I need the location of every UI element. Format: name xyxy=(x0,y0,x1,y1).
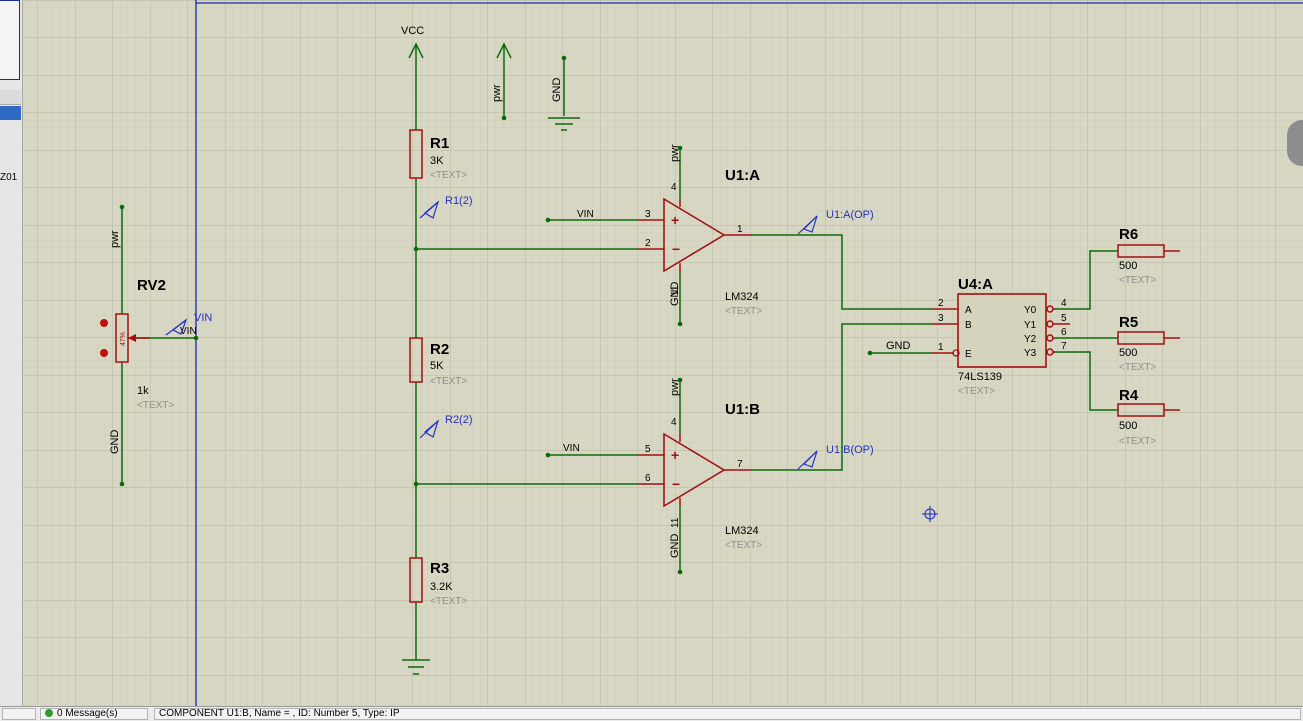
u1b-ref: U1:B xyxy=(725,401,760,418)
r2-value: 5K xyxy=(430,360,444,372)
u4a-ref: U4:A xyxy=(958,276,993,293)
rv2-pwr-label: pwr xyxy=(109,230,121,248)
u1a-vcc-label: pwr xyxy=(669,144,681,162)
u4a-pin-b: 3 xyxy=(938,313,944,324)
u1a-text: <TEXT> xyxy=(725,306,762,317)
u1b-pin-vcc: 4 xyxy=(671,417,677,428)
u1a-pin-vcc: 4 xyxy=(671,182,677,193)
panel-box xyxy=(0,0,20,80)
vcc-label: VCC xyxy=(401,25,424,37)
r3-ref: R3 xyxy=(430,560,449,577)
messages-icon xyxy=(45,709,53,718)
rv2-decrement-button[interactable] xyxy=(100,349,108,357)
u4a-pin-y1: 5 xyxy=(1061,313,1067,324)
u4a-pin-y0: 4 xyxy=(1061,298,1067,309)
r4-ref: R4 xyxy=(1119,387,1139,404)
u1a-pin-minus: 2 xyxy=(645,238,651,249)
panel-label: Z01 xyxy=(0,172,18,183)
u4a-pin-a: 2 xyxy=(938,298,944,309)
left-panel: Z01 xyxy=(0,0,23,720)
r5-ref: R5 xyxy=(1119,314,1138,331)
rv2-increment-button[interactable] xyxy=(100,319,108,327)
r5-text: <TEXT> xyxy=(1119,362,1156,373)
u1a-vin-net: VIN xyxy=(577,209,594,220)
u4a-out-y0: Y0 xyxy=(1024,305,1037,316)
u4a-in-b: B xyxy=(965,320,972,331)
u4a-gnd-net: GND xyxy=(886,340,911,352)
u1a-part: LM324 xyxy=(725,291,759,303)
u4a-pin-y3: 7 xyxy=(1061,341,1067,352)
r4-text: <TEXT> xyxy=(1119,436,1156,447)
rv2-setting: 47% xyxy=(120,332,127,346)
u4a-out-y1: Y1 xyxy=(1024,320,1037,331)
u4a-pin-y2: 6 xyxy=(1061,327,1067,338)
grid xyxy=(22,0,1303,706)
panel-tab[interactable] xyxy=(0,90,21,105)
messages-indicator[interactable]: 0 Message(s) xyxy=(40,708,148,720)
u4a-part: 74LS139 xyxy=(958,371,1002,383)
u4a-pin-e: 1 xyxy=(938,342,944,353)
r6-value: 500 xyxy=(1119,260,1137,272)
r1-text: <TEXT> xyxy=(430,170,467,181)
u1a-ref: U1:A xyxy=(725,167,760,184)
status-bar: 0 Message(s) COMPONENT U1:B, Name = , ID… xyxy=(0,706,1303,721)
svg-text:−: − xyxy=(672,476,680,492)
rv2-text: <TEXT> xyxy=(137,400,174,411)
rv2-gnd-label: GND xyxy=(109,430,121,455)
r2-ref: R2 xyxy=(430,341,449,358)
svg-text:−: − xyxy=(672,241,680,257)
u4a-in-e: E xyxy=(965,349,972,360)
u1b-pin-out: 7 xyxy=(737,459,743,470)
u4a-in-a: A xyxy=(965,305,972,316)
r6-text: <TEXT> xyxy=(1119,275,1156,286)
r1-value: 3K xyxy=(430,155,444,167)
r1-probe-label: R1(2) xyxy=(445,195,473,207)
r1-ref: R1 xyxy=(430,135,449,152)
u1a-pin-out: 1 xyxy=(737,224,743,235)
pwr-label: pwr xyxy=(491,84,503,102)
u1b-text: <TEXT> xyxy=(725,540,762,551)
scroll-knob[interactable] xyxy=(1287,120,1303,166)
u1b-pin-gnd: 11 xyxy=(670,517,681,528)
u4a-text: <TEXT> xyxy=(958,386,995,397)
r3-text: <TEXT> xyxy=(430,596,467,607)
r2-probe-label: R2(2) xyxy=(445,414,473,426)
u4a-out-y3: Y3 xyxy=(1024,348,1037,359)
u1b-gnd-label: GND xyxy=(669,534,681,559)
u4a-out-y2: Y2 xyxy=(1024,334,1037,345)
rv2-ref: RV2 xyxy=(137,277,166,294)
u1a-gnd-label: GND xyxy=(669,282,681,307)
r5-value: 500 xyxy=(1119,347,1137,359)
u1a-probe-label: U1:A(OP) xyxy=(826,209,874,221)
r2-text: <TEXT> xyxy=(430,376,467,387)
status-button[interactable] xyxy=(2,708,36,720)
panel-selection[interactable] xyxy=(0,106,21,120)
u1b-pin-minus: 6 xyxy=(645,473,651,484)
rv2-value: 1k xyxy=(137,385,149,397)
u1b-vcc-label: pwr xyxy=(669,378,681,396)
u1b-vin-net: VIN xyxy=(563,443,580,454)
u1b-probe-label: U1:B(OP) xyxy=(826,444,874,456)
messages-label: 0 Message(s) xyxy=(57,708,118,719)
svg-text:+: + xyxy=(671,447,679,463)
r3-value: 3.2K xyxy=(430,581,453,593)
vin-probe-label: VIN xyxy=(194,312,212,324)
svg-text:+: + xyxy=(671,212,679,228)
component-info: COMPONENT U1:B, Name = , ID: Number 5, T… xyxy=(154,708,1301,720)
schematic-canvas[interactable]: VCC pwr GND R1 3K <TEXT> R2 5K <TEXT> R3… xyxy=(22,0,1303,706)
u1a-pin-plus: 3 xyxy=(645,209,651,220)
gnd-label: GND xyxy=(551,78,563,103)
u1b-part: LM324 xyxy=(725,525,759,537)
u1b-pin-plus: 5 xyxy=(645,444,651,455)
r4-value: 500 xyxy=(1119,420,1137,432)
r6-ref: R6 xyxy=(1119,226,1138,243)
